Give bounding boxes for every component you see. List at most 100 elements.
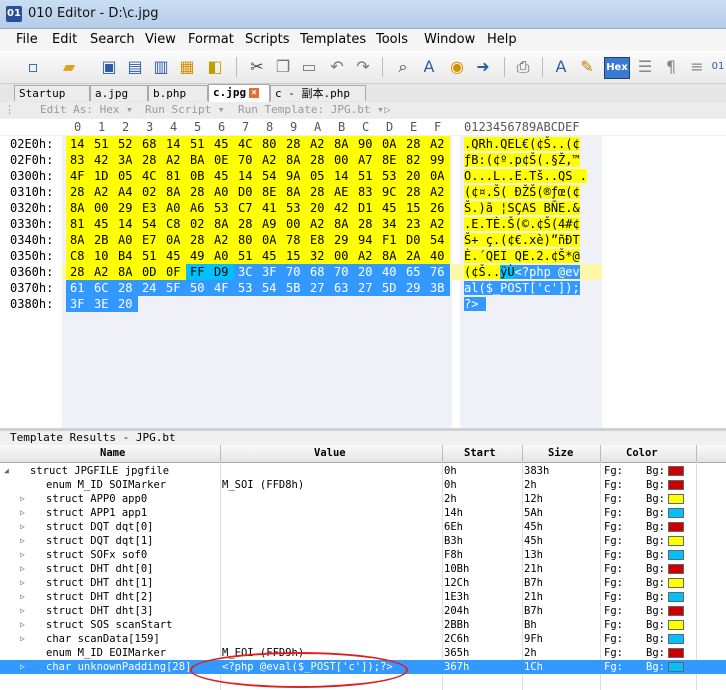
char-text[interactable]: Š+ ç.(¢€.xè)”ñÐT xyxy=(464,232,580,248)
hex-byte[interactable]: F1 xyxy=(378,232,402,248)
bg-color-swatch[interactable] xyxy=(668,522,684,532)
hex-byte[interactable]: 8A xyxy=(162,184,186,200)
expand-icon[interactable]: ▷ xyxy=(20,660,25,674)
bg-color-swatch[interactable] xyxy=(668,564,684,574)
bg-color-swatch[interactable] xyxy=(668,648,684,658)
char-text[interactable]: Š.)ã ¦SÇAS BÑE.& xyxy=(464,200,580,216)
hex-row[interactable]: 0310h: 28 A2 A4 02 8A 28 A0 D0 8E 8A 28 AE 83 9C 28 A2 (¢… xyxy=(0,184,726,200)
hex-byte[interactable]: AE xyxy=(330,184,354,200)
collapse-icon[interactable]: ◢ xyxy=(4,464,9,478)
hex-byte[interactable]: A7 xyxy=(354,152,378,168)
template-row[interactable]: ◢ struct JPGFILE jpgfile 0h 383h Fg: Bg: xyxy=(0,464,726,478)
hex-byte[interactable]: 51 xyxy=(138,248,162,264)
cut-icon[interactable]: ✂ xyxy=(246,56,268,78)
hex-byte[interactable]: 29 xyxy=(402,280,426,296)
hex-byte[interactable]: 0F xyxy=(162,264,186,280)
hex-byte[interactable]: BA xyxy=(186,152,210,168)
hex-byte[interactable]: 28 xyxy=(282,136,306,152)
hex-byte[interactable]: 80 xyxy=(234,232,258,248)
hex-byte[interactable]: 51 xyxy=(234,248,258,264)
hex-byte[interactable]: 00 xyxy=(282,216,306,232)
char-text[interactable]: È.´QEI QE.2.¢Š*@ xyxy=(464,248,580,264)
hex-byte[interactable]: 61 xyxy=(66,280,90,296)
hex-byte[interactable]: 3A xyxy=(114,152,138,168)
bg-color-swatch[interactable] xyxy=(668,550,684,560)
binary-icon[interactable]: 01 xyxy=(710,56,726,78)
menu-edit[interactable]: Edit xyxy=(52,32,77,47)
template-row[interactable]: ▷ struct APP0 app0 2h 12h Fg: Bg: xyxy=(0,492,726,506)
hex-byte[interactable]: 51 xyxy=(186,136,210,152)
print-icon[interactable]: ⎙ xyxy=(512,56,534,78)
hex-byte[interactable]: 02 xyxy=(186,216,210,232)
menu-view[interactable]: View xyxy=(145,32,176,47)
hex-row[interactable]: 0360h: 28 A2 8A 0D 0F FF D9 3C 3F 70 68 70 20 40 65 76 (¢… xyxy=(0,264,726,280)
hex-byte[interactable]: C8 xyxy=(162,216,186,232)
hex-byte[interactable]: 45 xyxy=(210,136,234,152)
hex-byte[interactable]: 8A xyxy=(114,264,138,280)
hex-byte[interactable]: 3E xyxy=(90,296,114,312)
hex-byte[interactable]: 5B xyxy=(282,280,306,296)
hex-row[interactable]: 0320h: 8A 00 29 E3 A0 A6 53 C7 41 53 20 42 D1 45 15 26 Š.… xyxy=(0,200,726,216)
open-icon[interactable]: ▰ xyxy=(58,56,80,78)
hex-byte[interactable]: 8E xyxy=(378,152,402,168)
hex-byte[interactable]: 0E xyxy=(210,152,234,168)
hex-byte[interactable]: 28 xyxy=(234,216,258,232)
font-icon[interactable]: A xyxy=(550,56,572,78)
expand-icon[interactable]: ▷ xyxy=(20,618,25,632)
template-row[interactable]: ▷ struct SOFx sof0 F8h 13h Fg: Bg: xyxy=(0,548,726,562)
ruler-icon[interactable]: ≡ xyxy=(686,56,708,78)
hex-byte[interactable]: 54 xyxy=(138,216,162,232)
find-icon[interactable]: ⌕ xyxy=(392,56,414,78)
hex-byte[interactable]: 34 xyxy=(378,216,402,232)
hex-byte[interactable]: A2 xyxy=(90,184,114,200)
hex-byte[interactable]: A0 xyxy=(162,200,186,216)
expand-icon[interactable]: ▷ xyxy=(20,604,25,618)
hex-byte[interactable]: A2 xyxy=(354,248,378,264)
hex-byte[interactable]: 2B xyxy=(90,232,114,248)
column-icon[interactable]: ☰ xyxy=(634,56,656,78)
bg-color-swatch[interactable] xyxy=(668,536,684,546)
template-row[interactable]: ▷ struct SOS scanStart 2BBh Bh Fg: Bg: xyxy=(0,618,726,632)
hex-byte[interactable]: 45 xyxy=(378,200,402,216)
template-row[interactable]: ▷ struct DHT dht[3] 204h B7h Fg: Bg: xyxy=(0,604,726,618)
tab-startup[interactable]: Startup xyxy=(14,85,90,101)
char-text[interactable]: ?> xyxy=(464,296,486,312)
hex-byte[interactable]: 28 xyxy=(306,184,330,200)
hex-byte[interactable]: 68 xyxy=(138,136,162,152)
expand-icon[interactable]: ▷ xyxy=(20,520,25,534)
hex-byte[interactable]: A2 xyxy=(306,136,330,152)
hex-byte[interactable]: C7 xyxy=(234,200,258,216)
template-row[interactable]: ▷ struct APP1 app1 14h 5Ah Fg: Bg: xyxy=(0,506,726,520)
hex-byte[interactable]: 15 xyxy=(402,200,426,216)
template-row[interactable]: ▷ struct DHT dht[0] 10Bh 21h Fg: Bg: xyxy=(0,562,726,576)
hex-byte[interactable]: 24 xyxy=(138,280,162,296)
hex-byte[interactable]: 99 xyxy=(426,152,450,168)
hex-byte[interactable]: 53 xyxy=(282,200,306,216)
bg-color-swatch[interactable] xyxy=(668,508,684,518)
close-icon[interactable]: ▦ xyxy=(176,56,198,78)
hex-byte[interactable]: D1 xyxy=(354,200,378,216)
hex-byte[interactable]: D9 xyxy=(210,264,234,280)
hex-byte[interactable]: 2A xyxy=(402,248,426,264)
hex-byte[interactable]: A2 xyxy=(258,152,282,168)
hex-byte[interactable]: 70 xyxy=(282,264,306,280)
hex-byte[interactable]: 29 xyxy=(114,200,138,216)
expand-icon[interactable]: ▷ xyxy=(20,506,25,520)
hex-byte[interactable]: FF xyxy=(186,264,210,280)
expand-icon[interactable]: ▷ xyxy=(20,534,25,548)
hex-byte[interactable]: 28 xyxy=(186,184,210,200)
hex-byte[interactable]: 51 xyxy=(90,136,114,152)
hex-byte[interactable]: 82 xyxy=(402,152,426,168)
menu-search[interactable]: Search xyxy=(90,32,135,47)
hex-byte[interactable]: 20 xyxy=(354,264,378,280)
hex-byte[interactable]: 40 xyxy=(426,248,450,264)
hex-byte[interactable]: 45 xyxy=(210,168,234,184)
hex-byte[interactable]: 8A xyxy=(66,232,90,248)
hex-byte[interactable]: 65 xyxy=(402,264,426,280)
hex-mode-icon[interactable]: Hex xyxy=(604,57,630,79)
menu-scripts[interactable]: Scripts xyxy=(245,32,289,47)
hex-byte[interactable]: E3 xyxy=(138,200,162,216)
menu-templates[interactable]: Templates xyxy=(300,32,366,47)
hex-byte[interactable]: 32 xyxy=(306,248,330,264)
hex-byte[interactable]: 42 xyxy=(90,152,114,168)
